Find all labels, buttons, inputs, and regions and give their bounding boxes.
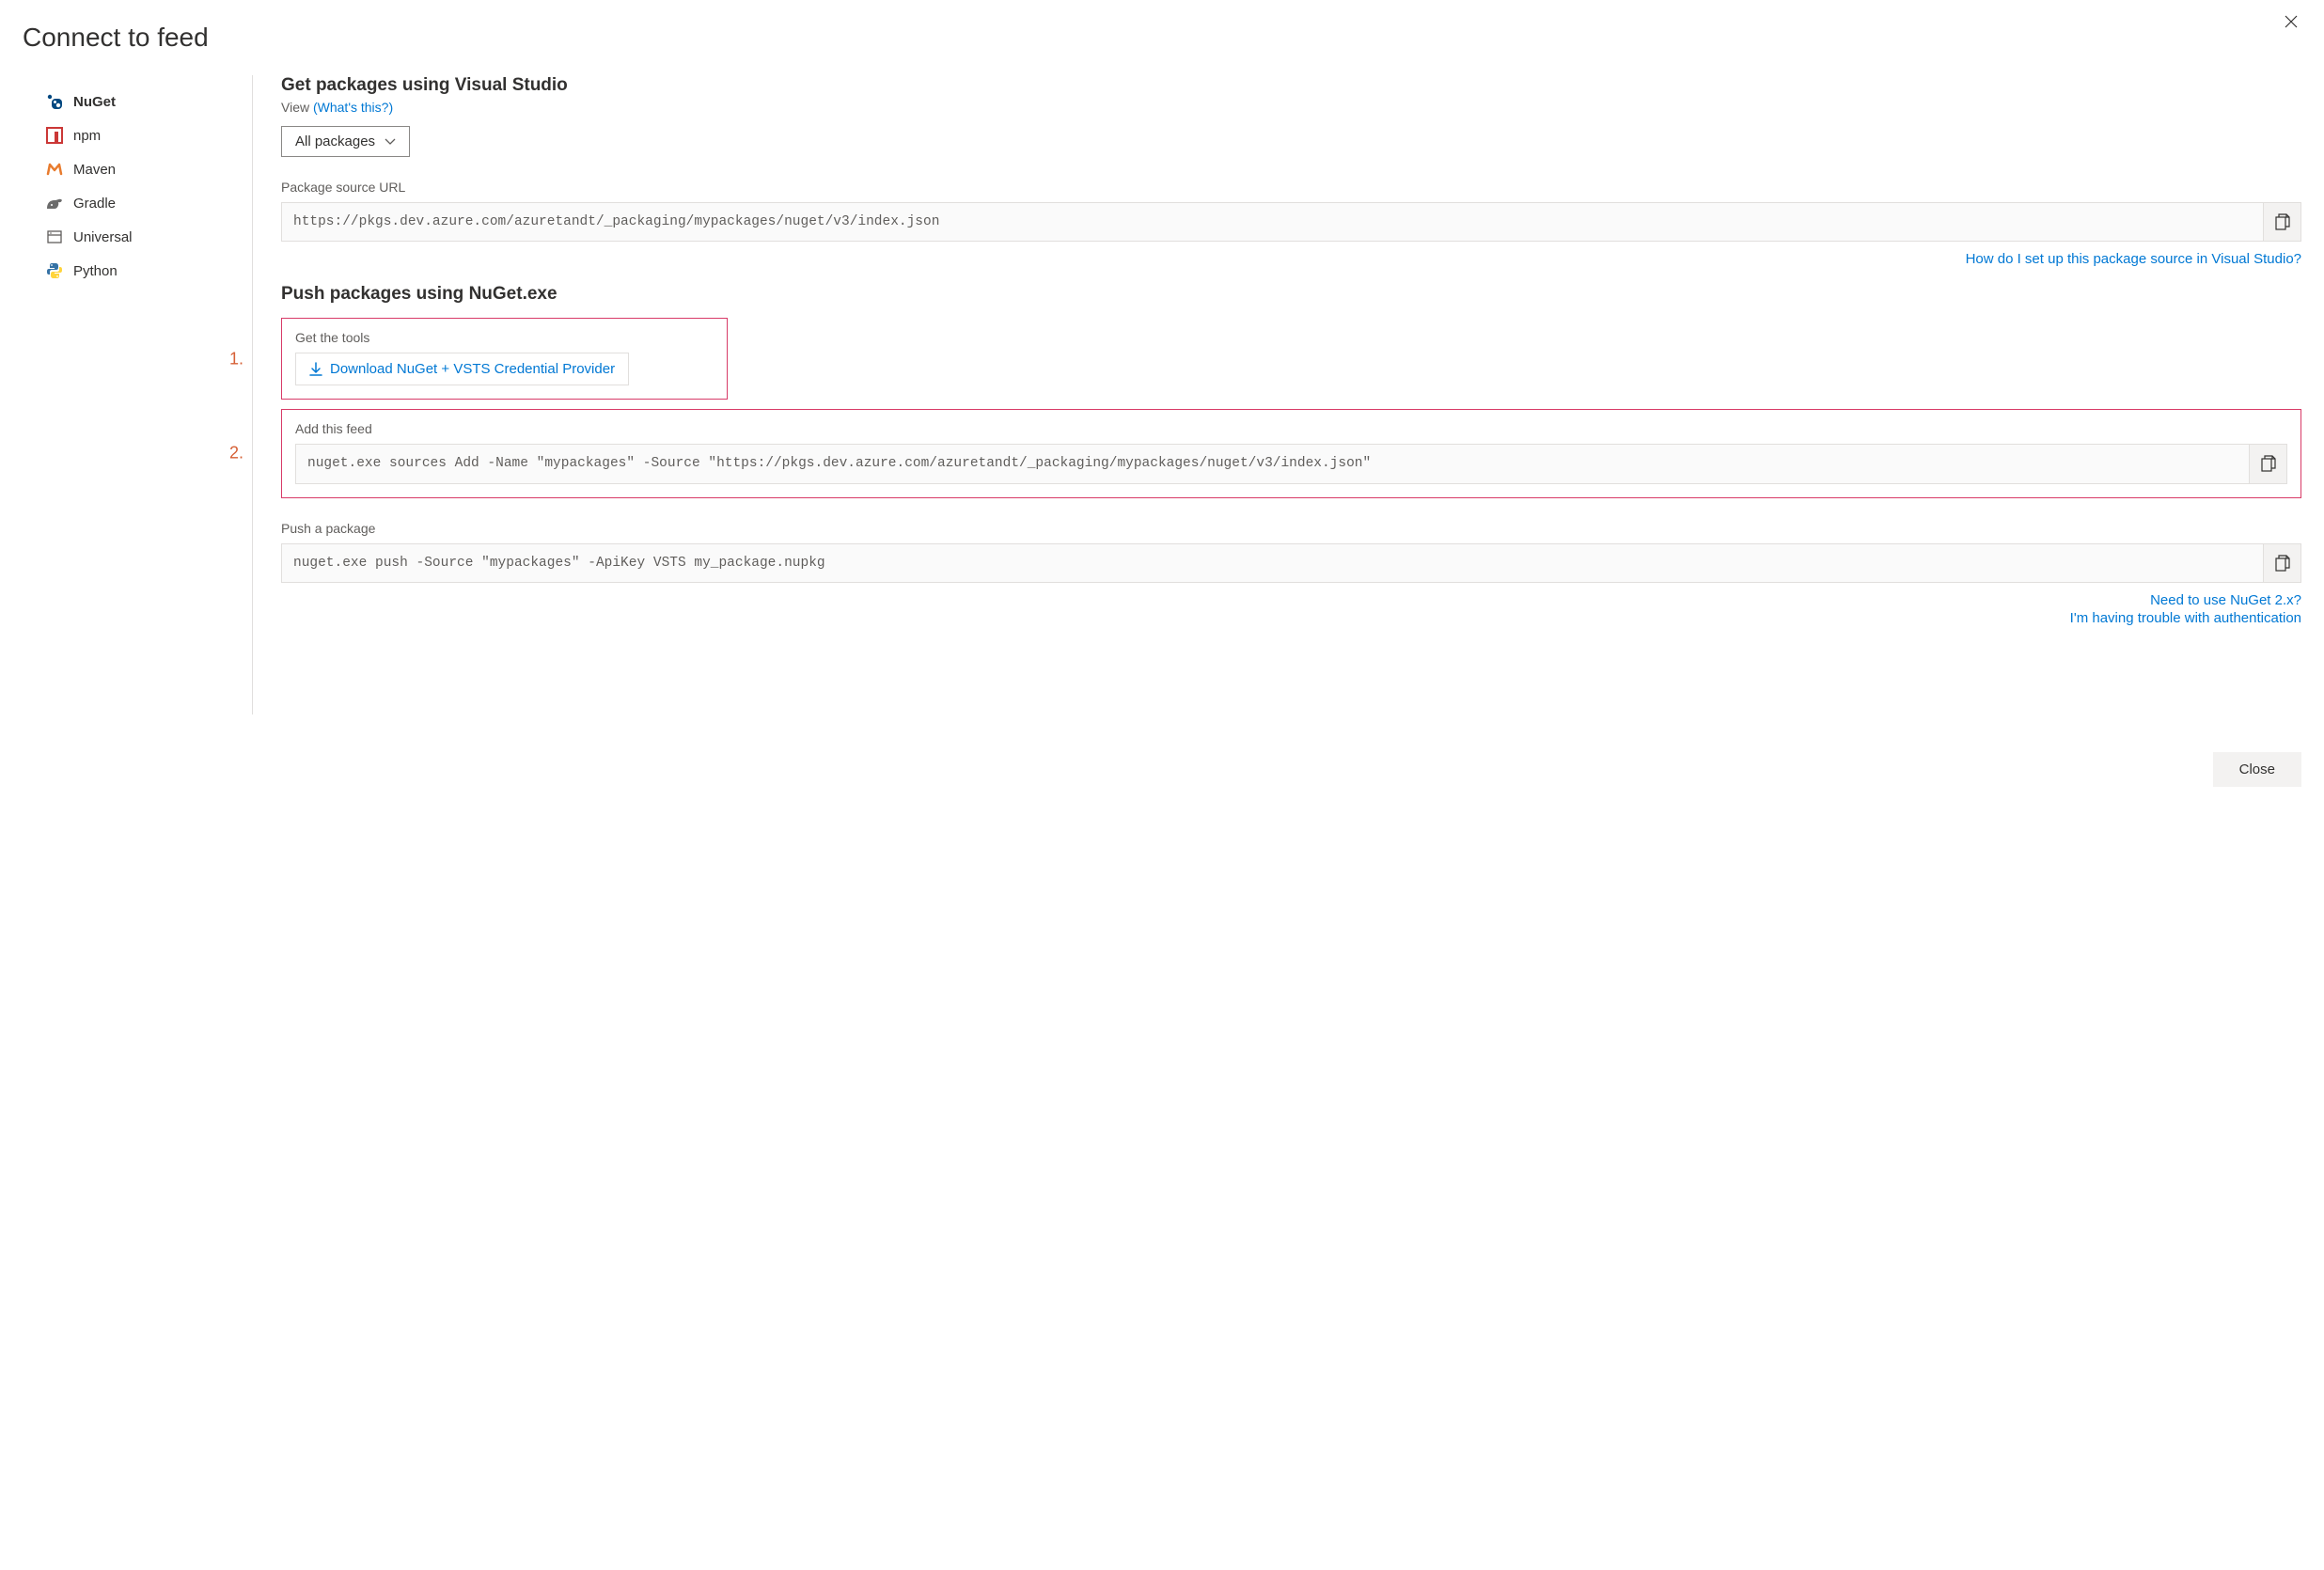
add-feed-command[interactable]: nuget.exe sources Add -Name "mypackages"…: [296, 445, 2249, 482]
view-dropdown-value: All packages: [295, 133, 375, 149]
package-source-url-label: Package source URL: [281, 180, 2301, 195]
nuget2-link[interactable]: Need to use NuGet 2.x?: [281, 592, 2301, 608]
sidebar-item-label: Universal: [73, 229, 133, 245]
close-icon[interactable]: [2277, 11, 2305, 32]
package-source-url-value[interactable]: https://pkgs.dev.azure.com/azuretandt/_p…: [282, 203, 2263, 241]
push-package-label: Push a package: [281, 521, 2301, 536]
annotation-1: 1.: [229, 349, 243, 369]
annotation-2: 2.: [229, 444, 243, 463]
sidebar-item-label: Python: [73, 263, 118, 279]
view-dropdown[interactable]: All packages: [281, 126, 410, 157]
sidebar-item-label: npm: [73, 128, 101, 144]
sidebar-item-label: NuGet: [73, 94, 116, 110]
add-feed-command-box: nuget.exe sources Add -Name "mypackages"…: [295, 444, 2287, 483]
view-label: View: [281, 100, 309, 115]
copy-button[interactable]: [2263, 544, 2300, 582]
gradle-icon: [45, 194, 64, 212]
sidebar-item-universal[interactable]: Universal: [41, 220, 252, 254]
maven-icon: [45, 160, 64, 179]
push-packages-heading: Push packages using NuGet.exe: [281, 284, 2301, 305]
close-button[interactable]: Close: [2213, 752, 2301, 787]
sidebar-item-python[interactable]: Python: [41, 254, 252, 288]
push-package-command[interactable]: nuget.exe push -Source "mypackages" -Api…: [282, 544, 2263, 582]
copy-icon: [2275, 213, 2290, 230]
view-row: View (What's this?): [281, 100, 2301, 115]
copy-icon: [2261, 455, 2276, 472]
sidebar-item-maven[interactable]: Maven: [41, 152, 252, 186]
copy-button[interactable]: [2263, 203, 2300, 241]
get-packages-heading: Get packages using Visual Studio: [281, 75, 2301, 96]
nuget-icon: [45, 92, 64, 111]
push-package-command-box: nuget.exe push -Source "mypackages" -Api…: [281, 543, 2301, 583]
universal-icon: [45, 228, 64, 246]
package-source-url-box: https://pkgs.dev.azure.com/azuretandt/_p…: [281, 202, 2301, 242]
add-feed-label: Add this feed: [295, 421, 2287, 436]
python-icon: [45, 261, 64, 280]
download-tools-button[interactable]: Download NuGet + VSTS Credential Provide…: [295, 353, 629, 385]
dialog-title: Connect to feed: [23, 23, 2301, 53]
copy-icon: [2275, 555, 2290, 572]
content-panel: Get packages using Visual Studio View (W…: [253, 75, 2301, 714]
get-tools-label: Get the tools: [295, 330, 714, 345]
sidebar-item-npm[interactable]: npm: [41, 118, 252, 152]
dialog-footer: Close: [23, 752, 2301, 787]
copy-button[interactable]: [2249, 445, 2286, 482]
auth-trouble-link[interactable]: I'm having trouble with authentication: [281, 610, 2301, 626]
add-feed-box: 2. Add this feed nuget.exe sources Add -…: [281, 409, 2301, 497]
sidebar-item-label: Maven: [73, 162, 116, 178]
download-icon: [309, 362, 322, 377]
sidebar: NuGet npm Maven Gradle Universal: [23, 75, 253, 714]
sidebar-item-gradle[interactable]: Gradle: [41, 186, 252, 220]
npm-icon: [45, 126, 64, 145]
whats-this-link[interactable]: (What's this?): [313, 100, 393, 115]
sidebar-item-nuget[interactable]: NuGet: [41, 85, 252, 118]
get-tools-box: 1. Get the tools Download NuGet + VSTS C…: [281, 318, 728, 400]
chevron-down-icon: [385, 138, 396, 146]
sidebar-item-label: Gradle: [73, 196, 116, 212]
setup-help-link[interactable]: How do I set up this package source in V…: [281, 251, 2301, 267]
download-button-label: Download NuGet + VSTS Credential Provide…: [330, 361, 615, 377]
